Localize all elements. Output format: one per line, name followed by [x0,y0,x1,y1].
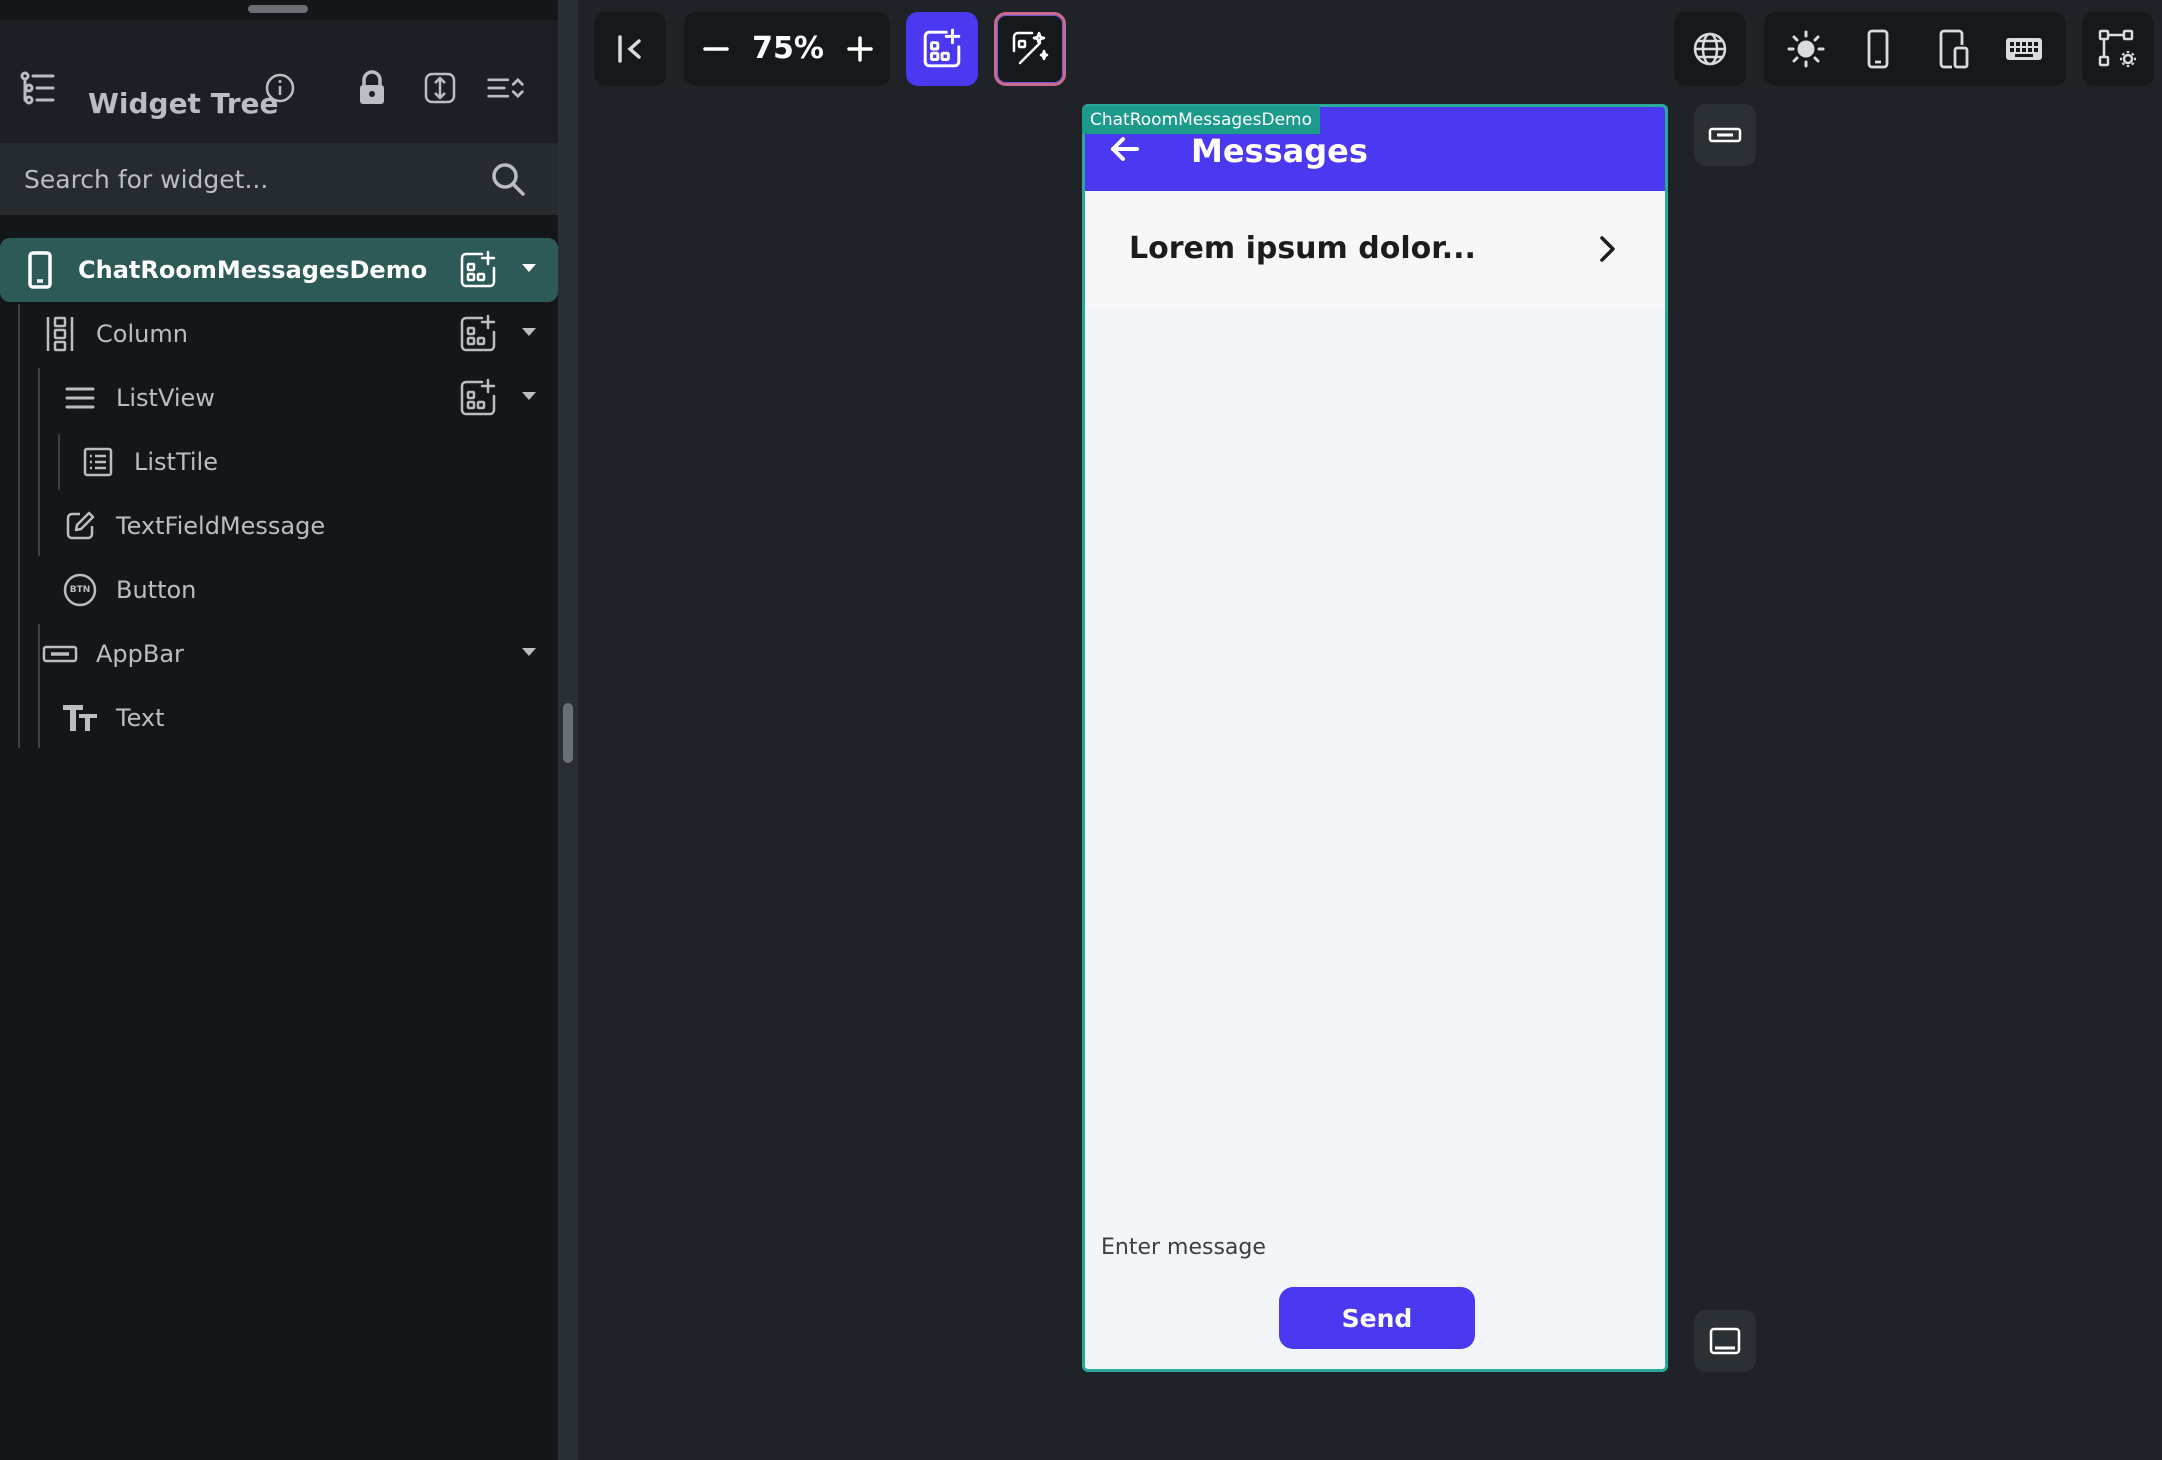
lock-icon[interactable] [352,68,392,108]
add-widget-icon[interactable] [458,378,498,418]
tree-node-listtile[interactable]: ListTile [78,430,558,494]
preview-controls [1764,12,2066,86]
info-icon[interactable] [260,68,300,108]
flow-settings-icon [2098,29,2136,67]
arrow-back-icon[interactable] [1107,131,1143,167]
send-button[interactable]: Send [1279,1287,1475,1349]
phone-icon [20,250,60,290]
chevron-right-icon [1589,231,1625,267]
collapse-list-icon[interactable] [486,68,526,108]
appbar-icon [40,634,80,674]
message-input[interactable] [1101,1225,1651,1269]
column-icon [40,314,80,354]
zoom-out-button[interactable] [696,29,736,69]
flow-settings-button[interactable] [2082,12,2154,86]
listtile-icon [78,442,118,482]
language-button[interactable] [1674,12,1746,86]
tree-node-column[interactable]: Column [40,302,558,366]
tablet-icon [1939,29,1969,69]
list-tile[interactable]: Lorem ipsum dolor... [1085,191,1665,307]
tree-node-label: Column [96,320,188,348]
plus-icon [847,36,873,62]
tree-node-button[interactable]: BTN Button [60,558,558,622]
expand-vertical-icon[interactable] [420,68,460,108]
minus-icon [703,47,729,51]
widget-tree-panel: Widget Tree Search for widget... ChatRoo… [0,0,558,1460]
tree-node-label: ListView [116,384,215,412]
magic-wand-icon [1012,31,1049,65]
zoom-control: 75% [684,12,890,86]
panel-header: Widget Tree [0,20,558,152]
keyboard-button[interactable] [2004,29,2044,69]
add-widget-icon [923,28,961,68]
collapse-panel-button[interactable] [594,12,666,86]
tree-node-label: AppBar [96,640,184,668]
tree-node-chatroommessagesdemo[interactable]: ChatRoomMessagesDemo [0,238,558,302]
tree-node-textfieldmessage[interactable]: TextFieldMessage [60,494,558,558]
collapse-left-icon [618,35,641,63]
list-tile-title: Lorem ipsum dolor... [1129,231,1476,266]
panel-title: Widget Tree [88,87,279,120]
appbar-icon [1708,127,1742,143]
light-mode-button[interactable] [1786,29,1826,69]
tree-node-label: TextFieldMessage [116,512,326,540]
chevron-down-icon[interactable] [522,328,536,336]
widget-tree-icon[interactable] [18,68,58,108]
tree-node-label: ListTile [134,448,218,476]
zoom-level: 75% [752,31,824,66]
phone-preview-button[interactable] [1858,29,1898,69]
listview-icon [60,378,100,418]
chevron-down-icon[interactable] [522,264,536,272]
globe-icon [1693,32,1727,66]
button-icon-text: BTN [69,585,91,595]
tree-node-listview[interactable]: ListView [60,366,558,430]
panel-scrollbar[interactable] [563,703,573,763]
chevron-down-icon[interactable] [522,392,536,400]
search-icon[interactable] [488,159,528,199]
add-widget-button[interactable] [906,12,978,86]
add-widget-icon[interactable] [458,250,498,290]
search-input[interactable] [24,153,474,205]
tree-node-appbar[interactable]: AppBar [40,622,558,686]
add-widget-icon[interactable] [458,314,498,354]
magic-ai-button[interactable] [994,12,1066,86]
phone-icon [1867,29,1889,69]
appbar-toggle-button[interactable] [1694,104,1756,166]
bottom-bar-icon [1709,1327,1741,1355]
textfield-icon [60,506,100,546]
device-preview[interactable]: Messages Lorem ipsum dolor... Send [1082,104,1668,1372]
chevron-down-icon[interactable] [522,648,536,656]
bottom-bar-toggle-button[interactable] [1694,1310,1756,1372]
tree-node-label: Button [116,576,197,604]
sun-icon [1787,30,1825,68]
keyboard-icon [2006,38,2042,60]
search-bar [0,143,558,215]
tablet-preview-button[interactable] [1934,29,1974,69]
tree-node-text[interactable]: Text [60,686,558,750]
tree-node-label: Text [116,704,165,732]
device-frame-label: ChatRoomMessagesDemo [1082,106,1321,134]
zoom-in-button[interactable] [840,29,880,69]
drag-handle[interactable] [248,5,308,13]
tree-node-label: ChatRoomMessagesDemo [78,256,428,284]
text-icon [60,698,100,738]
button-btn-icon: BTN [60,570,100,610]
